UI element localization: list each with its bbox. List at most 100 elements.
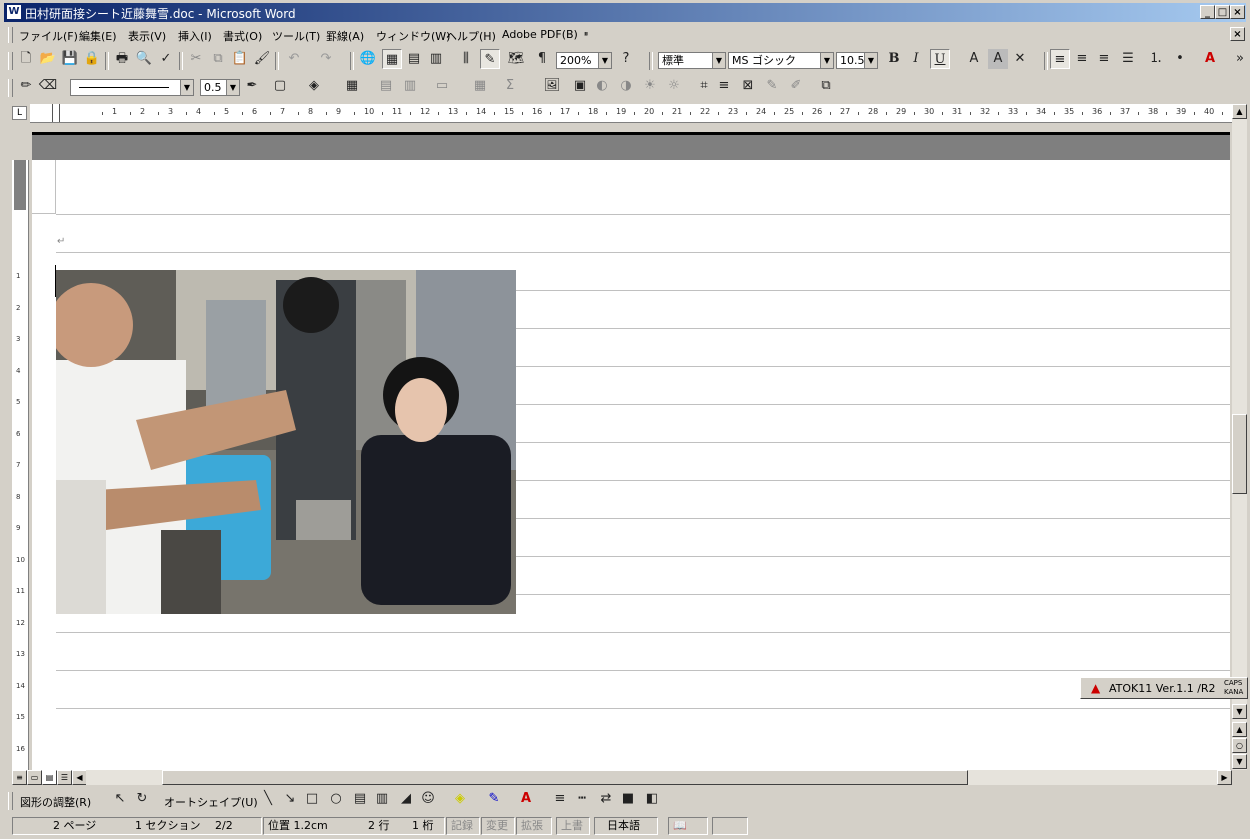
arrow-style-icon[interactable]: ⇄: [596, 789, 616, 809]
status-rec[interactable]: 記録: [446, 817, 480, 835]
print-icon[interactable]: 🖶: [112, 49, 132, 69]
bold-button[interactable]: B: [884, 49, 904, 69]
select-objects-icon[interactable]: ↖: [110, 789, 130, 809]
char-scale-icon[interactable]: ✕: [1010, 49, 1030, 69]
chevron-down-icon[interactable]: ▼: [712, 53, 725, 68]
text-wrap-icon[interactable]: ⊠: [738, 76, 758, 96]
normal-view-icon[interactable]: ≡: [12, 770, 27, 785]
toolbar-overflow-icon[interactable]: »: [1230, 49, 1250, 69]
open-folder-icon[interactable]: 📂: [38, 49, 58, 69]
autoshape-menu[interactable]: オートシェイプ(U): [164, 794, 258, 810]
cut-icon[interactable]: ✂: [186, 49, 206, 69]
show-hide-icon[interactable]: ¶: [532, 49, 552, 69]
inserted-photo[interactable]: [56, 270, 516, 614]
document-close-button[interactable]: ×: [1230, 27, 1245, 41]
line-style-combo[interactable]: ▼: [70, 79, 194, 96]
align-right-icon[interactable]: ≡: [1094, 49, 1114, 69]
menu-window[interactable]: ウィンドウ(W): [376, 28, 450, 44]
draw-table-icon[interactable]: ✏: [16, 76, 36, 96]
char-border-icon[interactable]: A: [964, 49, 984, 69]
chevron-down-icon[interactable]: ▼: [820, 53, 833, 68]
adjust-shapes-menu[interactable]: 図形の調整(R): [20, 794, 91, 810]
align-center-icon[interactable]: ≡: [1072, 49, 1092, 69]
font-color-icon[interactable]: A: [1200, 49, 1220, 69]
permission-icon[interactable]: 🔒: [82, 49, 102, 69]
redo-icon[interactable]: ↷: [316, 49, 336, 69]
status-trk[interactable]: 変更: [481, 817, 515, 835]
shading-color-icon[interactable]: ◈: [304, 76, 324, 96]
eraser-icon[interactable]: ⌫: [38, 76, 58, 96]
spelling-status-icon[interactable]: 📖: [668, 817, 708, 835]
prev-page-button[interactable]: ▲: [1232, 722, 1247, 737]
vertical-ruler[interactable]: 1234567891011121314151617: [12, 160, 29, 784]
reset-picture-icon[interactable]: ⧉: [816, 76, 836, 96]
tab-selector-button[interactable]: L: [12, 106, 27, 120]
crop-icon[interactable]: ⌗: [694, 76, 714, 96]
format-painter-icon[interactable]: 🖌: [252, 49, 272, 69]
bullets-icon[interactable]: •: [1170, 49, 1190, 69]
help-icon[interactable]: ?: [616, 49, 636, 69]
browse-object-button[interactable]: ○: [1232, 738, 1247, 753]
print-preview-icon[interactable]: 🔍: [134, 49, 154, 69]
draw-font-color-icon[interactable]: A: [516, 789, 536, 809]
fill-color-icon[interactable]: ◈: [450, 789, 470, 809]
web-view-icon[interactable]: ▭: [27, 770, 42, 785]
menu-view[interactable]: 表示(V): [128, 28, 166, 44]
borders-icon[interactable]: ▢: [270, 76, 290, 96]
style-combo[interactable]: 標準 ▼: [658, 52, 726, 69]
chevron-down-icon[interactable]: ▼: [180, 80, 193, 95]
toolbar-grip[interactable]: [8, 52, 13, 70]
close-button[interactable]: ×: [1230, 5, 1245, 19]
chevron-down-icon[interactable]: ▼: [864, 53, 877, 68]
scroll-right-button[interactable]: ▶: [1217, 770, 1232, 785]
insert-excel-icon[interactable]: ▥: [426, 49, 446, 69]
border-color-icon[interactable]: ✒: [242, 76, 262, 96]
dash-style-icon[interactable]: ┅: [572, 789, 592, 809]
document-map-icon[interactable]: 🗺: [506, 49, 526, 69]
undo-icon[interactable]: ↶: [284, 49, 304, 69]
menu-subscript[interactable]: ײ: [584, 28, 588, 41]
line-color-icon[interactable]: ✎: [484, 789, 504, 809]
menu-table[interactable]: 罫線(A): [326, 28, 364, 44]
distributed-icon[interactable]: ☰: [1118, 49, 1138, 69]
line-style-icon[interactable]: ≡: [714, 76, 734, 96]
line-weight-combo[interactable]: 0.5 ▼: [200, 79, 240, 96]
contrast-down-icon[interactable]: ◑: [616, 76, 636, 96]
vertical-text-box-icon[interactable]: ▥: [372, 789, 392, 809]
brightness-up-icon[interactable]: ☀: [640, 76, 660, 96]
spelling-icon[interactable]: ✓: [156, 49, 176, 69]
menu-insert[interactable]: 挿入(I): [178, 28, 212, 44]
minimize-button[interactable]: _: [1200, 5, 1215, 19]
image-color-icon[interactable]: ▣: [570, 76, 590, 96]
tables-borders-icon[interactable]: ▦: [382, 49, 402, 69]
line-style-icon[interactable]: ≡: [550, 789, 570, 809]
toolbar-grip[interactable]: [8, 792, 13, 810]
scroll-left-button[interactable]: ◀: [72, 770, 87, 785]
scroll-thumb[interactable]: [1232, 414, 1247, 494]
menu-format[interactable]: 書式(O): [223, 28, 262, 44]
autosum-icon[interactable]: Σ: [500, 76, 520, 96]
new-document-icon[interactable]: 🗋: [16, 49, 36, 69]
clipart-icon[interactable]: ☺: [418, 789, 438, 809]
split-cells-icon[interactable]: ▥: [400, 76, 420, 96]
horizontal-scrollbar[interactable]: ▶: [86, 770, 1232, 785]
save-icon[interactable]: 💾: [60, 49, 80, 69]
status-language[interactable]: 日本語: [594, 817, 658, 835]
underline-button[interactable]: U: [930, 49, 950, 69]
menu-adobe-pdf[interactable]: Adobe PDF(B): [502, 28, 578, 41]
char-shading-icon[interactable]: A: [988, 49, 1008, 69]
contrast-up-icon[interactable]: ◐: [592, 76, 612, 96]
scroll-down-button[interactable]: ▼: [1232, 704, 1247, 719]
menu-grip[interactable]: [8, 27, 13, 43]
menu-edit[interactable]: 編集(E): [79, 28, 117, 44]
menu-tools[interactable]: ツール(T): [272, 28, 320, 44]
vertical-scrollbar[interactable]: ▲ ▼ ▲ ○ ▼: [1232, 104, 1247, 770]
drawing-icon[interactable]: ✎: [480, 49, 500, 69]
zoom-combo[interactable]: 200% ▼: [556, 52, 612, 69]
wordart-icon[interactable]: ◢: [396, 789, 416, 809]
rectangle-icon[interactable]: □: [302, 789, 322, 809]
oval-icon[interactable]: ○: [326, 789, 346, 809]
print-layout-icon[interactable]: ▤: [42, 770, 57, 785]
menu-file[interactable]: ファイル(F): [19, 28, 78, 44]
horizontal-ruler[interactable]: 1 2 3 4 5 6 7 8 9 10 11 12 13 14 15 16 17 18 19 20 21 22 23 24 2…: [30, 104, 1242, 123]
